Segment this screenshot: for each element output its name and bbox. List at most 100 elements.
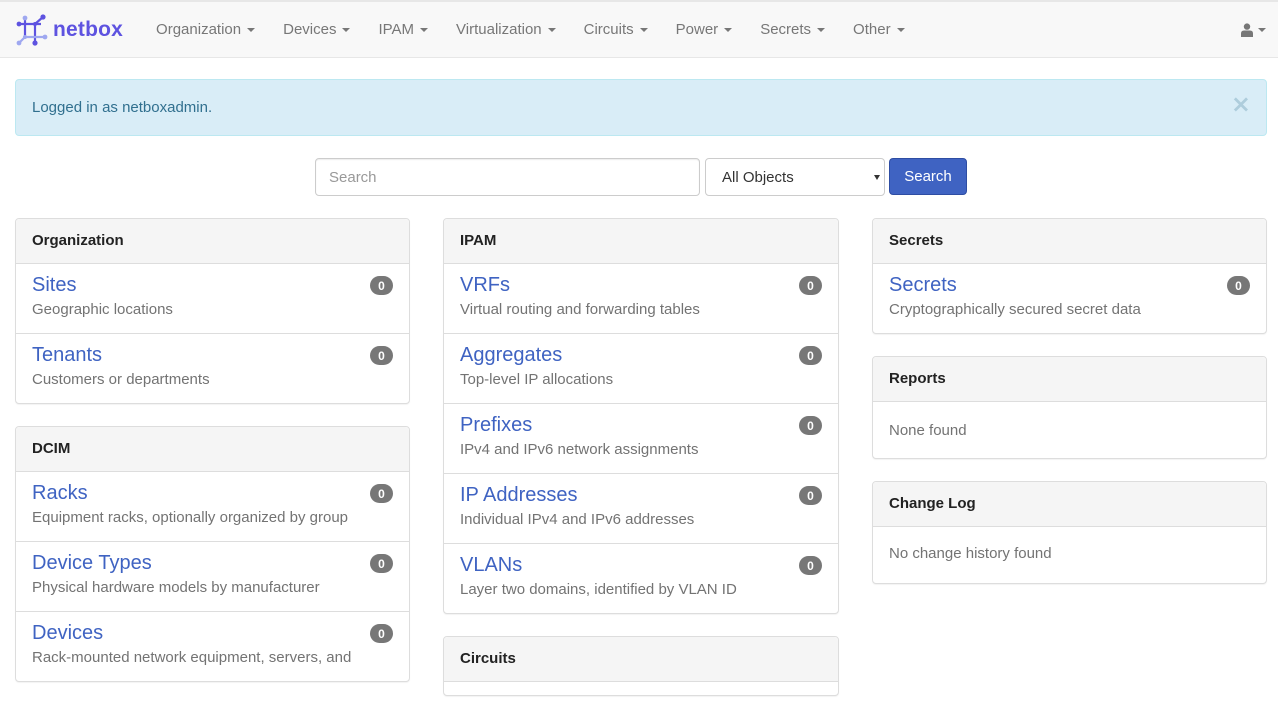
login-alert: Logged in as netboxadmin. × xyxy=(15,79,1267,136)
search-input[interactable] xyxy=(315,158,700,196)
reports-empty-message: None found xyxy=(889,422,967,439)
brand-logo-link[interactable]: netbox xyxy=(15,13,123,47)
panel-ipam: IPAM VRFs 0 Virtual routing and forwardi… xyxy=(443,218,839,614)
nav-label: IPAM xyxy=(378,21,415,38)
caret-down-icon xyxy=(247,27,256,32)
count-badge: 0 xyxy=(370,554,393,573)
list-item-device-types: Device Types 0 Physical hardware models … xyxy=(16,541,409,611)
caret-down-icon xyxy=(1258,28,1266,32)
list-item-prefixes: Prefixes 0 IPv4 and IPv6 network assignm… xyxy=(444,403,838,473)
search-button[interactable]: Search xyxy=(889,158,967,195)
ip-addresses-link[interactable]: IP Addresses xyxy=(460,483,577,507)
nav-virtualization[interactable]: Virtualization xyxy=(442,2,570,58)
item-description: Customers or departments xyxy=(32,371,210,388)
panel-list: VRFs 0 Virtual routing and forwarding ta… xyxy=(444,264,838,613)
caret-down-icon xyxy=(817,27,826,32)
caret-down-icon xyxy=(896,27,905,32)
count-badge: 0 xyxy=(799,346,822,365)
panel-title: Organization xyxy=(16,219,409,264)
count-badge: 0 xyxy=(799,276,822,295)
list-item-tenants: Tenants 0 Customers or departments xyxy=(16,333,409,403)
column-middle: IPAM VRFs 0 Virtual routing and forwardi… xyxy=(443,218,839,718)
item-description: Cryptographically secured secret data xyxy=(889,301,1141,318)
nav-circuits[interactable]: Circuits xyxy=(570,2,662,58)
count-badge: 0 xyxy=(799,416,822,435)
panel-list: Racks 0 Equipment racks, optionally orga… xyxy=(16,472,409,681)
list-item-vrfs: VRFs 0 Virtual routing and forwarding ta… xyxy=(444,264,838,333)
panel-secrets: Secrets Secrets 0 Cryptographically secu… xyxy=(872,218,1267,334)
panel-title: DCIM xyxy=(16,427,409,472)
item-description: Individual IPv4 and IPv6 addresses xyxy=(460,511,695,528)
caret-down-icon xyxy=(639,27,648,32)
list-item-aggregates: Aggregates 0 Top-level IP allocations xyxy=(444,333,838,403)
nav-devices[interactable]: Devices xyxy=(269,2,364,58)
count-badge: 0 xyxy=(799,556,822,575)
nav-secrets[interactable]: Secrets xyxy=(746,2,839,58)
item-description: Top-level IP allocations xyxy=(460,371,614,388)
user-icon xyxy=(1241,23,1253,37)
nav-label: Virtualization xyxy=(456,21,542,38)
racks-link[interactable]: Racks xyxy=(32,481,88,505)
count-badge: 0 xyxy=(1227,276,1250,295)
panel-title: IPAM xyxy=(444,219,838,264)
user-menu-dropdown[interactable] xyxy=(1241,2,1266,58)
nav-label: Power xyxy=(675,21,719,38)
panel-dcim: DCIM Racks 0 Equipment racks, optionally… xyxy=(15,426,410,682)
nav-other[interactable]: Other xyxy=(839,2,919,58)
item-description: Equipment racks, optionally organized by… xyxy=(32,509,349,526)
caret-down-icon xyxy=(547,27,556,32)
device-types-link[interactable]: Device Types xyxy=(32,551,152,575)
count-badge: 0 xyxy=(799,486,822,505)
aggregates-link[interactable]: Aggregates xyxy=(460,343,562,367)
count-badge: 0 xyxy=(370,624,393,643)
changelog-empty-message: No change history found xyxy=(889,545,1052,562)
search-form: All Objects Search xyxy=(315,158,967,196)
nav-organization[interactable]: Organization xyxy=(142,2,269,58)
sites-link[interactable]: Sites xyxy=(32,273,76,297)
panel-title: Secrets xyxy=(873,219,1266,264)
nav-label: Circuits xyxy=(583,21,634,38)
panel-circuits: Circuits xyxy=(443,636,839,696)
item-description: Layer two domains, identified by VLAN ID xyxy=(460,581,737,598)
alert-message: Logged in as netboxadmin. xyxy=(32,99,213,116)
list-item-devices: Devices 0 Rack-mounted network equipment… xyxy=(16,611,409,681)
netbox-logo-icon xyxy=(16,13,48,46)
nav-ipam[interactable]: IPAM xyxy=(364,2,442,58)
item-description: Virtual routing and forwarding tables xyxy=(460,301,700,318)
main-nav: Organization Devices IPAM Virtualization… xyxy=(142,2,919,58)
item-description: Geographic locations xyxy=(32,301,173,318)
panel-list: Sites 0 Geographic locations Tenants 0 C… xyxy=(16,264,409,403)
panel-title: Reports xyxy=(873,357,1266,402)
item-description: Rack-mounted network equipment, servers,… xyxy=(32,649,352,666)
nav-label: Devices xyxy=(283,21,337,38)
nav-power[interactable]: Power xyxy=(662,2,747,58)
dropdown-arrow-icon xyxy=(874,175,880,180)
list-item-ip-addresses: IP Addresses 0 Individual IPv4 and IPv6 … xyxy=(444,473,838,543)
count-badge: 0 xyxy=(370,484,393,503)
panel-organization: Organization Sites 0 Geographic location… xyxy=(15,218,410,404)
object-type-select-value[interactable]: All Objects xyxy=(705,158,885,196)
item-description: Physical hardware models by manufacturer xyxy=(32,579,320,596)
vrfs-link[interactable]: VRFs xyxy=(460,273,510,297)
close-icon[interactable]: × xyxy=(1231,92,1251,116)
vlans-link[interactable]: VLANs xyxy=(460,553,522,577)
panel-change-log: Change Log No change history found xyxy=(872,481,1267,584)
brand-name: netbox xyxy=(53,17,124,41)
prefixes-link[interactable]: Prefixes xyxy=(460,413,532,437)
list-item-vlans: VLANs 0 Layer two domains, identified by… xyxy=(444,543,838,613)
panel-title: Circuits xyxy=(444,637,838,682)
devices-link[interactable]: Devices xyxy=(32,621,103,645)
caret-down-icon xyxy=(342,27,351,32)
list-item-racks: Racks 0 Equipment racks, optionally orga… xyxy=(16,472,409,541)
panel-title: Change Log xyxy=(873,482,1266,527)
tenants-link[interactable]: Tenants xyxy=(32,343,102,367)
column-left: Organization Sites 0 Geographic location… xyxy=(15,218,410,704)
item-description: IPv4 and IPv6 network assignments xyxy=(460,441,699,458)
nav-label: Other xyxy=(853,21,891,38)
panel-list: Secrets 0 Cryptographically secured secr… xyxy=(873,264,1266,333)
secrets-link[interactable]: Secrets xyxy=(889,273,957,297)
list-item-secrets: Secrets 0 Cryptographically secured secr… xyxy=(873,264,1266,333)
caret-down-icon xyxy=(420,27,429,32)
nav-label: Secrets xyxy=(760,21,812,38)
object-type-select[interactable]: All Objects xyxy=(705,158,885,196)
